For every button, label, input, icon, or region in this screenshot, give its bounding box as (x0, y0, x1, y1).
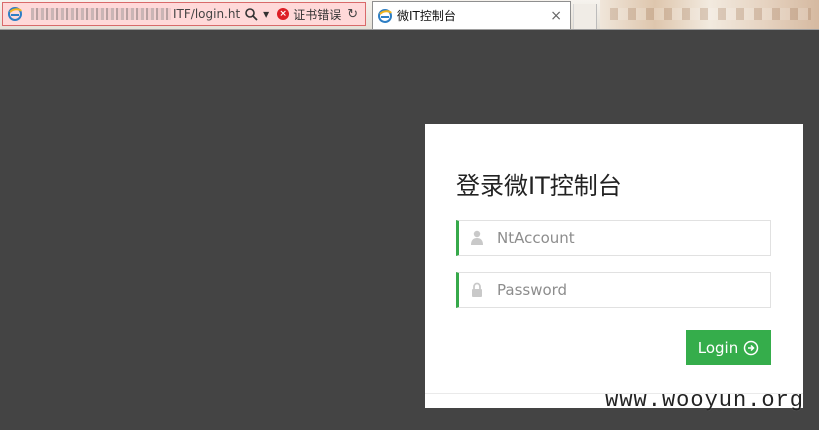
browser-toolbar: ITF/login.ht ▾ × 证书错误 ↻ 微IT控制台 × (0, 0, 819, 30)
chevron-down-icon[interactable]: ▾ (263, 5, 269, 23)
watermark: www.wooyun.org (605, 388, 804, 413)
login-card: 登录微IT控制台 Login (425, 124, 803, 408)
account-field[interactable] (456, 220, 771, 256)
login-button[interactable]: Login (686, 330, 771, 365)
page-title: 登录微IT控制台 (456, 172, 622, 200)
password-field[interactable] (456, 272, 771, 308)
tab-title: 微IT控制台 (397, 9, 456, 23)
login-button-label: Login (697, 338, 739, 357)
certificate-error[interactable]: × 证书错误 (277, 6, 341, 23)
account-input[interactable] (495, 228, 749, 248)
refresh-icon[interactable]: ↻ (347, 7, 358, 22)
browser-tab[interactable]: 微IT控制台 × (372, 1, 571, 29)
blurred-url (31, 8, 171, 20)
certificate-error-label: 证书错误 (293, 7, 342, 22)
arrow-right-circle-icon (743, 340, 759, 356)
close-icon[interactable]: × (550, 8, 562, 24)
url-suffix: ITF/login.ht (173, 7, 241, 21)
user-icon (469, 230, 485, 246)
blurred-toolbar (600, 0, 819, 29)
new-tab-button[interactable] (573, 4, 597, 29)
lock-icon (469, 282, 485, 298)
tab-ie-icon (377, 8, 393, 24)
address-bar[interactable]: ITF/login.ht ▾ × 证书错误 ↻ (2, 2, 366, 26)
password-input[interactable] (495, 280, 749, 300)
search-icon[interactable] (244, 5, 259, 23)
certificate-error-icon: × (277, 8, 290, 20)
ie-icon (7, 6, 23, 22)
